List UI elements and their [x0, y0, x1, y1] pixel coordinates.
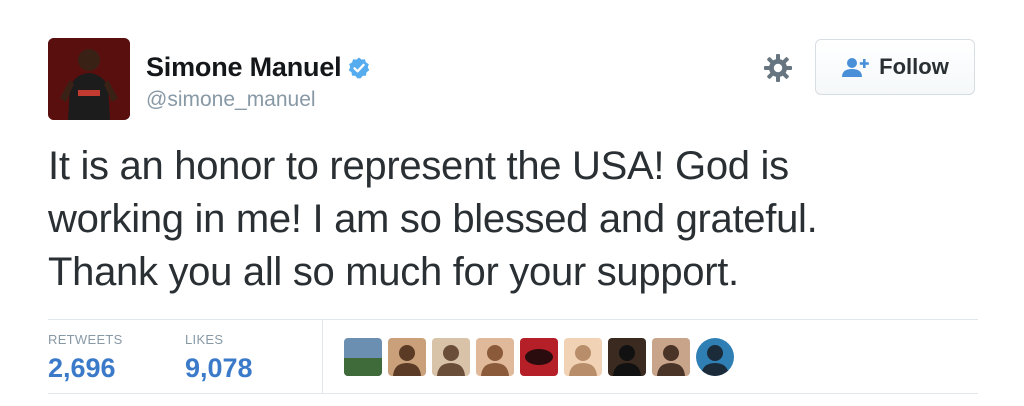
liker-person-avatar[interactable]: [608, 338, 646, 376]
likes-label: LIKES: [185, 332, 224, 347]
liker-landscape-avatar[interactable]: [344, 338, 382, 376]
gear-icon[interactable]: [762, 52, 794, 84]
avatar-photo: [48, 38, 130, 120]
liker-person-avatar[interactable]: [696, 338, 734, 376]
retweets-count: 2,696: [48, 353, 116, 383]
likers-avatar-list: [344, 338, 740, 376]
tweet-card: Simone Manuel @simone_manuel Follow It i…: [0, 0, 1024, 406]
liker-person-avatar[interactable]: [388, 338, 426, 376]
user-name[interactable]: Simone Manuel: [146, 52, 342, 83]
retweets-label: RETWEETS: [48, 332, 123, 347]
liker-person-avatar[interactable]: [432, 338, 470, 376]
user-name-row: Simone Manuel: [146, 52, 371, 83]
follow-button-label: Follow: [879, 54, 949, 79]
stats-bottom-divider: [48, 393, 978, 394]
liker-logo-avatar[interactable]: [520, 338, 558, 376]
liker-person-avatar[interactable]: [476, 338, 514, 376]
likes-stat[interactable]: LIKES 9,078: [185, 332, 253, 384]
profile-avatar[interactable]: [48, 38, 130, 120]
liker-person-avatar[interactable]: [564, 338, 602, 376]
stats-top-divider: [48, 319, 978, 320]
likes-count: 9,078: [185, 353, 253, 383]
stats-separator: [322, 320, 323, 393]
follow-button[interactable]: Follow: [815, 39, 975, 95]
liker-person-avatar[interactable]: [652, 338, 690, 376]
verified-badge-icon: [349, 57, 370, 78]
retweets-stat[interactable]: RETWEETS 2,696: [48, 332, 123, 384]
follow-person-plus-icon: [842, 58, 869, 77]
tweet-text: It is an honor to represent the USA! God…: [48, 144, 818, 294]
user-handle[interactable]: @simone_manuel: [146, 88, 316, 112]
